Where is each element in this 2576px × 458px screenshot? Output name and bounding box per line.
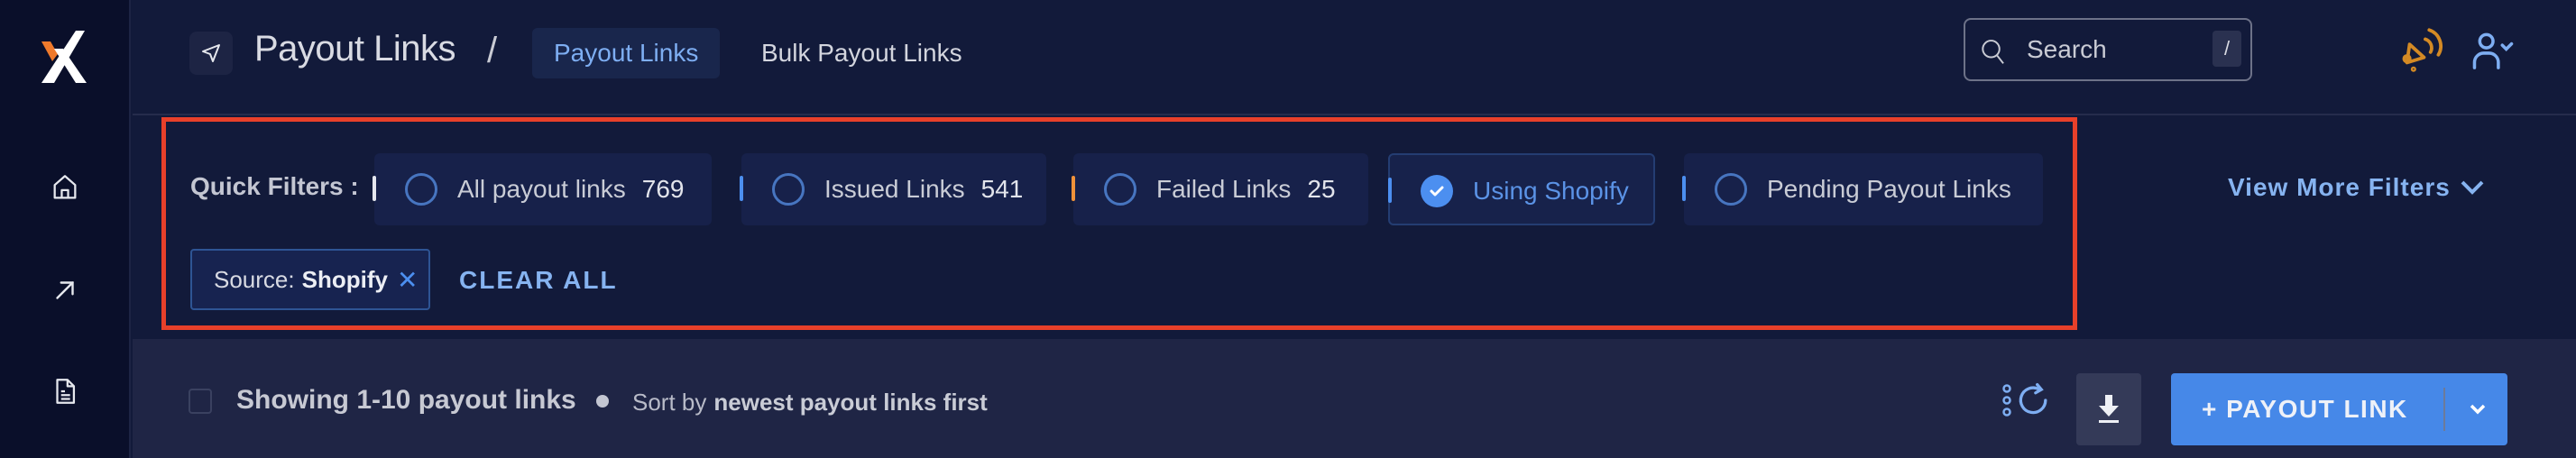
view-more-filters-label: View More Filters [2228,173,2451,201]
remove-filter-close-icon[interactable]: ✕ [397,265,418,295]
radio-unchecked-icon [405,173,437,206]
filter-label: All payout links [457,175,626,203]
filter-count: 769 [641,175,685,203]
filter-accent-bar [740,176,743,201]
more-vertical-icon [2002,384,2011,417]
user-icon [2472,32,2514,69]
radio-unchecked-icon [1715,173,1747,206]
page-header: Payout Links / Payout Links Bulk Payout … [133,0,2576,115]
filter-count: 25 [1307,175,1336,203]
select-all-checkbox[interactable] [189,389,212,414]
tab-bulk-payout-links[interactable]: Bulk Payout Links [740,28,984,78]
check-circle-icon [1421,175,1453,207]
radio-unchecked-icon [1104,173,1136,206]
x-logo[interactable] [41,31,87,85]
sidebar-item-payouts[interactable] [47,272,83,308]
arrow-up-right-icon [56,281,74,299]
more-options-button[interactable] [1993,380,2020,420]
chevron-down-icon [2470,404,2486,415]
create-payout-link-label: PAYOUT LINK [2226,395,2408,423]
user-menu-button[interactable] [2470,31,2516,70]
download-button[interactable] [2076,373,2141,445]
page-title: Payout Links [254,29,456,69]
paper-plane-icon [189,32,233,75]
announcements-button[interactable] [2397,23,2449,76]
filter-count: 541 [980,175,1024,203]
sort-prefix: Sort by [632,388,707,416]
clear-all-button[interactable]: CLEAR ALL [459,258,618,303]
download-icon [2099,395,2119,423]
quick-filter-all-payout-links[interactable]: All payout links 769 [373,153,712,225]
breadcrumb-separator: / [487,31,498,70]
create-payout-link-button[interactable]: + PAYOUT LINK [2171,373,2507,445]
filter-accent-bar [373,176,376,201]
sidebar-item-home[interactable] [47,169,83,206]
search-input[interactable] [2027,20,2198,79]
radio-unchecked-icon [772,173,805,206]
chevron-down-icon [2461,180,2484,195]
filter-label: Pending Payout Links [1767,175,2011,203]
quick-filter-pending-payout-links[interactable]: Pending Payout Links [1682,153,2043,225]
list-toolbar: Showing 1-10 payout links Sort by newest… [133,339,2576,458]
applied-filter-tag: Source: Shopify ✕ [190,249,430,310]
search-box[interactable]: / [1964,18,2252,81]
filters-panel: Quick Filters : All payout links 769 Issu… [133,115,2576,339]
chevron-down-icon [2500,41,2514,52]
results-count: Showing 1-10 payout links [236,385,576,415]
search-icon [1980,38,2007,71]
filter-accent-bar [1388,178,1392,203]
sidebar [0,0,131,458]
quick-filter-issued-links[interactable]: Issued Links 541 [740,153,1046,225]
separator-dot [596,395,609,408]
sidebar-item-reports[interactable] [47,373,83,409]
filter-accent-bar [1072,176,1075,201]
quick-filters-label: Quick Filters : [190,172,359,200]
filter-accent-bar [1682,176,1686,201]
applied-filter-key: Source: [214,265,295,293]
app-root: Payout Links / Payout Links Bulk Payout … [0,0,2576,458]
quick-filter-using-shopify[interactable]: Using Shopify [1388,153,1655,225]
plus-icon: + [2202,395,2218,423]
create-options-dropdown[interactable] [2452,373,2503,445]
quick-filter-failed-links[interactable]: Failed Links 25 [1072,153,1368,225]
view-more-filters-button[interactable]: View More Filters [2228,162,2485,213]
home-icon [53,175,77,199]
search-shortcut-hint: / [2213,31,2241,67]
filter-label: Failed Links [1156,175,1292,203]
applied-filter-value: Shopify [301,265,388,293]
button-divider [2443,388,2445,431]
document-icon [56,379,76,404]
sort-indicator[interactable]: Sort by newest payout links first [632,382,988,422]
sort-value: newest payout links first [713,388,988,416]
filter-label: Issued Links [824,175,965,203]
filter-label: Using Shopify [1473,177,1629,205]
megaphone-icon [2402,28,2443,72]
tab-payout-links[interactable]: Payout Links [532,28,721,78]
